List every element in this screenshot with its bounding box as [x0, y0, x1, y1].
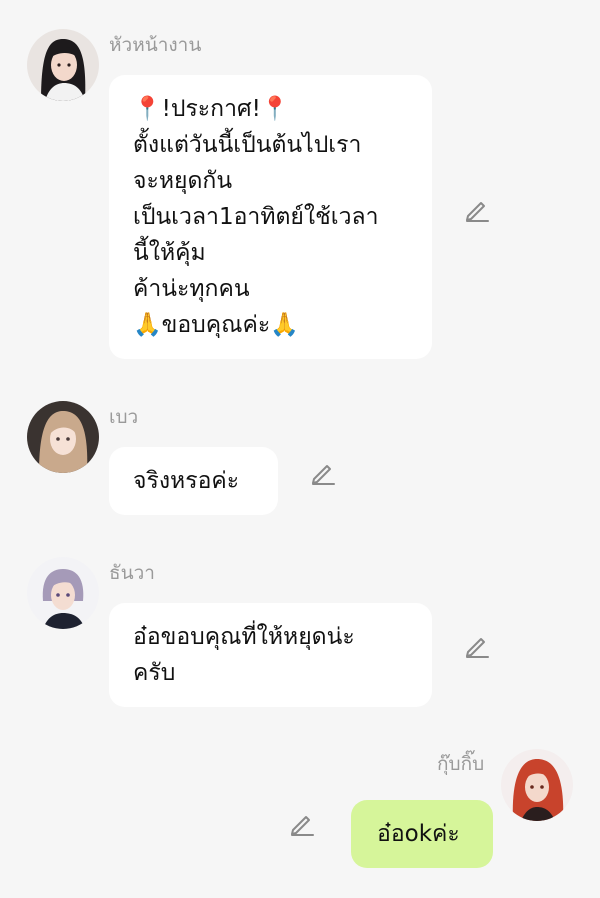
- avatar-thanwa[interactable]: [27, 557, 99, 629]
- edit-pencil-icon[interactable]: [463, 632, 491, 660]
- woman-blonde-hair-avatar-icon: [27, 401, 99, 473]
- edit-pencil-icon[interactable]: [288, 810, 316, 838]
- sender-name: ธันวา: [109, 562, 155, 584]
- message-bubble[interactable]: 📍!ประกาศ!📍 ตั้งแต่วันนี้เป็นต้นไปเรา จะห…: [109, 75, 432, 359]
- sender-name: หัวหน้างาน: [109, 34, 202, 56]
- man-purple-hair-avatar-icon: [27, 557, 99, 629]
- message-bubble[interactable]: อ๋อขอบคุณที่ให้หยุดน่ะ ครับ: [109, 603, 432, 707]
- woman-red-hair-avatar-icon: [501, 749, 573, 821]
- avatar-boss[interactable]: [27, 29, 99, 101]
- avatar-beau[interactable]: [27, 401, 99, 473]
- edit-pencil-icon[interactable]: [463, 196, 491, 224]
- woman-dark-hair-avatar-icon: [27, 29, 99, 101]
- sender-name: เบว: [109, 406, 139, 428]
- sender-name: กุ๊บกิ๊บ: [437, 753, 485, 775]
- message-bubble[interactable]: จริงหรอค่ะ: [109, 447, 278, 515]
- avatar-kubkib[interactable]: [501, 749, 573, 821]
- edit-pencil-icon[interactable]: [309, 459, 337, 487]
- message-bubble-outgoing[interactable]: อ๋อokค่ะ: [351, 800, 493, 868]
